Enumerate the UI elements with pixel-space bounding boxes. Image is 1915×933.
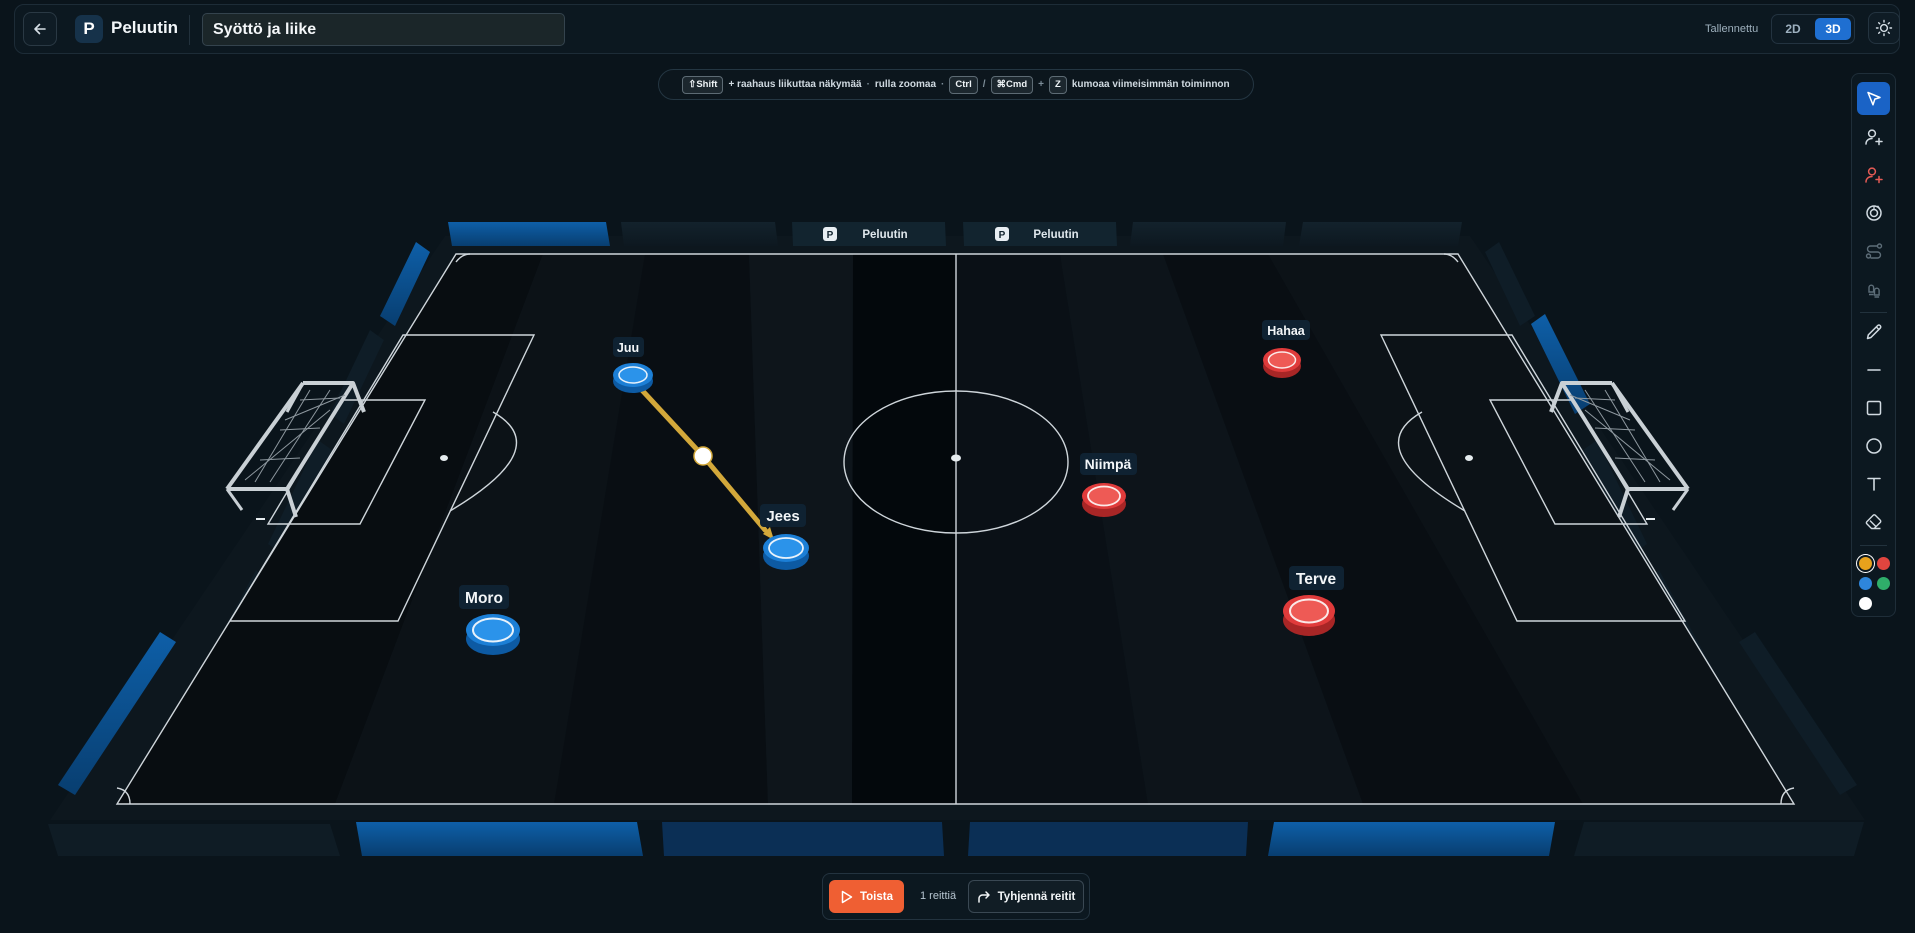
- pencil-tool-button[interactable]: [1857, 315, 1890, 348]
- text-icon: [1866, 477, 1881, 491]
- pitch-canvas[interactable]: P Peluutin P Peluutin Juu Jees Moro Haha…: [0, 0, 1915, 933]
- ad-board-label-1: Peluutin: [862, 229, 907, 241]
- add-player-blue-icon: [1864, 128, 1883, 145]
- color-swatch-white[interactable]: [1859, 597, 1872, 610]
- near-ad-boards: [48, 822, 1864, 856]
- line-tool-button[interactable]: [1857, 353, 1890, 386]
- color-swatch-orange[interactable]: [1859, 557, 1872, 570]
- pencil-icon: [1866, 323, 1881, 339]
- text-tool-button[interactable]: [1857, 467, 1890, 500]
- add-blue-player-button[interactable]: [1857, 120, 1890, 153]
- player-name: Juu: [617, 341, 639, 355]
- ad-board-logo-1: P: [823, 227, 837, 241]
- ad-board-label-2: Peluutin: [1033, 229, 1078, 241]
- player-name: Jees: [766, 508, 799, 525]
- player-name: Hahaa: [1267, 324, 1306, 338]
- select-icon: [1866, 91, 1881, 106]
- route-waypoint-handle[interactable]: [693, 446, 713, 466]
- route-icon: [1865, 242, 1882, 259]
- route-tool-button[interactable]: [1857, 234, 1890, 267]
- player-name: Moro: [465, 590, 503, 607]
- rectangle-icon: [1866, 400, 1881, 415]
- ad-board-logo-2: P: [995, 227, 1009, 241]
- add-ball-button[interactable]: [1857, 196, 1890, 229]
- eraser-icon: [1865, 513, 1881, 529]
- add-player-red-icon: [1864, 166, 1883, 183]
- toolbar-divider: [1860, 545, 1887, 546]
- play-label: Toista: [859, 890, 893, 903]
- redo-arrow-icon: [977, 890, 990, 903]
- rectangle-tool-button[interactable]: [1857, 391, 1890, 424]
- clear-routes-button[interactable]: Tyhjennä reitit: [968, 880, 1084, 913]
- color-swatch-green[interactable]: [1877, 577, 1890, 590]
- play-icon: [841, 890, 853, 903]
- toolbar-divider: [1860, 312, 1887, 313]
- play-button[interactable]: Toista: [829, 880, 904, 913]
- eraser-tool-button[interactable]: [1857, 505, 1890, 538]
- playback-bar: Toista 1 reittiä Tyhjennä reitit: [822, 873, 1090, 920]
- footsteps-icon: [1867, 284, 1880, 298]
- footsteps-tool-button[interactable]: [1857, 272, 1890, 305]
- add-red-player-button[interactable]: [1857, 158, 1890, 191]
- player-name: Terve: [1296, 571, 1337, 588]
- ball-icon: [1865, 204, 1882, 221]
- drawing-toolbar: [1851, 73, 1896, 617]
- clear-routes-label: Tyhjennä reitit: [997, 890, 1076, 903]
- color-swatch-blue[interactable]: [1859, 577, 1872, 590]
- circle-icon: [1865, 437, 1882, 454]
- route-count: 1 reittiä: [920, 890, 957, 902]
- select-tool-button[interactable]: [1857, 82, 1890, 115]
- circle-tool-button[interactable]: [1857, 429, 1890, 462]
- player-name: Niimpä: [1085, 456, 1132, 472]
- color-swatch-red[interactable]: [1877, 557, 1890, 570]
- svg-text:P: P: [827, 230, 834, 241]
- line-icon: [1866, 368, 1881, 371]
- svg-text:P: P: [999, 230, 1006, 241]
